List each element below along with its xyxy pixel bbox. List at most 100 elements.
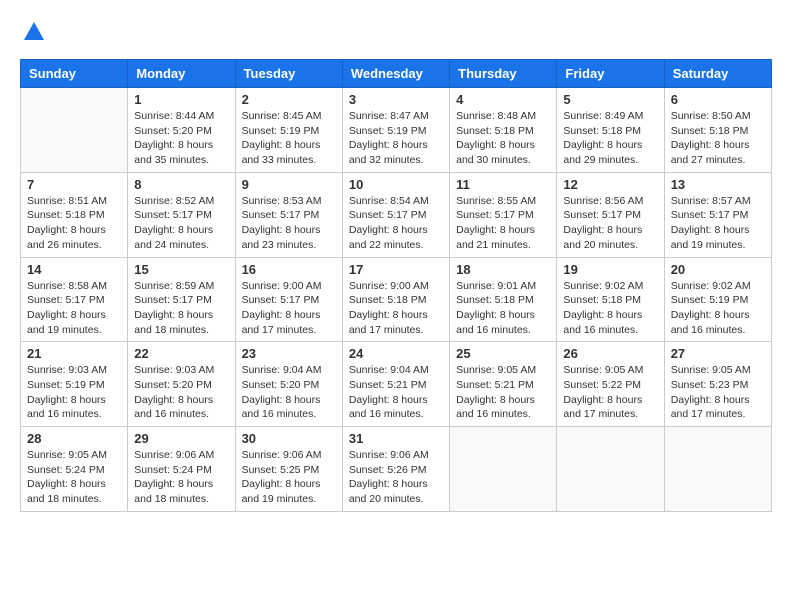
- calendar-cell: 16 Sunrise: 9:00 AM Sunset: 5:17 PM Dayli…: [235, 257, 342, 342]
- calendar-week-4: 21 Sunrise: 9:03 AM Sunset: 5:19 PM Dayli…: [21, 342, 772, 427]
- calendar-cell: 24 Sunrise: 9:04 AM Sunset: 5:21 PM Dayli…: [342, 342, 449, 427]
- day-number: 20: [671, 262, 765, 277]
- header-wednesday: Wednesday: [342, 60, 449, 88]
- day-info: Sunrise: 8:50 AM Sunset: 5:18 PM Dayligh…: [671, 109, 765, 168]
- day-info: Sunrise: 9:00 AM Sunset: 5:17 PM Dayligh…: [242, 279, 336, 338]
- calendar-cell: 20 Sunrise: 9:02 AM Sunset: 5:19 PM Dayli…: [664, 257, 771, 342]
- day-info: Sunrise: 8:49 AM Sunset: 5:18 PM Dayligh…: [563, 109, 657, 168]
- calendar-cell: 26 Sunrise: 9:05 AM Sunset: 5:22 PM Dayli…: [557, 342, 664, 427]
- calendar-cell: 27 Sunrise: 9:05 AM Sunset: 5:23 PM Dayli…: [664, 342, 771, 427]
- day-info: Sunrise: 9:06 AM Sunset: 5:26 PM Dayligh…: [349, 448, 443, 507]
- day-info: Sunrise: 9:05 AM Sunset: 5:21 PM Dayligh…: [456, 363, 550, 422]
- day-info: Sunrise: 8:45 AM Sunset: 5:19 PM Dayligh…: [242, 109, 336, 168]
- calendar-cell: 18Sunrise: 9:01 AM Sunset: 5:18 PM Dayli…: [450, 257, 557, 342]
- day-info: Sunrise: 9:02 AM Sunset: 5:19 PM Dayligh…: [671, 279, 765, 338]
- day-info: Sunrise: 8:56 AM Sunset: 5:17 PM Dayligh…: [563, 194, 657, 253]
- day-info: Sunrise: 8:52 AM Sunset: 5:17 PM Dayligh…: [134, 194, 228, 253]
- calendar-cell: 11Sunrise: 8:55 AM Sunset: 5:17 PM Dayli…: [450, 172, 557, 257]
- day-info: Sunrise: 9:05 AM Sunset: 5:23 PM Dayligh…: [671, 363, 765, 422]
- day-number: 31: [349, 431, 443, 446]
- day-number: 15: [134, 262, 228, 277]
- header-tuesday: Tuesday: [235, 60, 342, 88]
- day-info: Sunrise: 8:58 AM Sunset: 5:17 PM Dayligh…: [27, 279, 121, 338]
- day-number: 22: [134, 346, 228, 361]
- day-number: 2: [242, 92, 336, 107]
- day-number: 24: [349, 346, 443, 361]
- day-info: Sunrise: 9:06 AM Sunset: 5:24 PM Dayligh…: [134, 448, 228, 507]
- day-info: Sunrise: 8:44 AM Sunset: 5:20 PM Dayligh…: [134, 109, 228, 168]
- day-number: 4: [456, 92, 550, 107]
- calendar-week-1: 1 Sunrise: 8:44 AM Sunset: 5:20 PM Daylig…: [21, 88, 772, 173]
- day-info: Sunrise: 8:47 AM Sunset: 5:19 PM Dayligh…: [349, 109, 443, 168]
- day-info: Sunrise: 9:05 AM Sunset: 5:22 PM Dayligh…: [563, 363, 657, 422]
- logo: [20, 20, 46, 49]
- calendar-cell: 9 Sunrise: 8:53 AM Sunset: 5:17 PM Daylig…: [235, 172, 342, 257]
- day-number: 10: [349, 177, 443, 192]
- header-monday: Monday: [128, 60, 235, 88]
- day-number: 17: [349, 262, 443, 277]
- calendar-cell: 25Sunrise: 9:05 AM Sunset: 5:21 PM Dayli…: [450, 342, 557, 427]
- calendar-week-2: 7Sunrise: 8:51 AM Sunset: 5:18 PM Daylig…: [21, 172, 772, 257]
- day-number: 26: [563, 346, 657, 361]
- calendar-cell: 28Sunrise: 9:05 AM Sunset: 5:24 PM Dayli…: [21, 427, 128, 512]
- calendar-cell: 21 Sunrise: 9:03 AM Sunset: 5:19 PM Dayli…: [21, 342, 128, 427]
- day-number: 29: [134, 431, 228, 446]
- header-thursday: Thursday: [450, 60, 557, 88]
- header-friday: Friday: [557, 60, 664, 88]
- logo-text: [20, 20, 46, 49]
- day-info: Sunrise: 9:01 AM Sunset: 5:18 PM Dayligh…: [456, 279, 550, 338]
- day-info: Sunrise: 8:59 AM Sunset: 5:17 PM Dayligh…: [134, 279, 228, 338]
- day-number: 27: [671, 346, 765, 361]
- day-number: 3: [349, 92, 443, 107]
- day-info: Sunrise: 9:03 AM Sunset: 5:20 PM Dayligh…: [134, 363, 228, 422]
- day-info: Sunrise: 8:48 AM Sunset: 5:18 PM Dayligh…: [456, 109, 550, 168]
- day-number: 14: [27, 262, 121, 277]
- calendar-cell: 13 Sunrise: 8:57 AM Sunset: 5:17 PM Dayli…: [664, 172, 771, 257]
- calendar-cell: 19 Sunrise: 9:02 AM Sunset: 5:18 PM Dayli…: [557, 257, 664, 342]
- calendar-cell: [450, 427, 557, 512]
- calendar-week-3: 14 Sunrise: 8:58 AM Sunset: 5:17 PM Dayli…: [21, 257, 772, 342]
- calendar-cell: 17 Sunrise: 9:00 AM Sunset: 5:18 PM Dayli…: [342, 257, 449, 342]
- day-info: Sunrise: 9:04 AM Sunset: 5:21 PM Dayligh…: [349, 363, 443, 422]
- day-info: Sunrise: 8:55 AM Sunset: 5:17 PM Dayligh…: [456, 194, 550, 253]
- calendar-cell: 3 Sunrise: 8:47 AM Sunset: 5:19 PM Daylig…: [342, 88, 449, 173]
- calendar-cell: 30Sunrise: 9:06 AM Sunset: 5:25 PM Dayli…: [235, 427, 342, 512]
- calendar-cell: 31 Sunrise: 9:06 AM Sunset: 5:26 PM Dayli…: [342, 427, 449, 512]
- day-info: Sunrise: 9:06 AM Sunset: 5:25 PM Dayligh…: [242, 448, 336, 507]
- day-number: 8: [134, 177, 228, 192]
- day-number: 1: [134, 92, 228, 107]
- day-number: 12: [563, 177, 657, 192]
- calendar-cell: [21, 88, 128, 173]
- day-number: 23: [242, 346, 336, 361]
- calendar-cell: 1 Sunrise: 8:44 AM Sunset: 5:20 PM Daylig…: [128, 88, 235, 173]
- page-header: [20, 20, 772, 49]
- header-saturday: Saturday: [664, 60, 771, 88]
- calendar-cell: 10 Sunrise: 8:54 AM Sunset: 5:17 PM Dayli…: [342, 172, 449, 257]
- day-number: 13: [671, 177, 765, 192]
- day-info: Sunrise: 8:53 AM Sunset: 5:17 PM Dayligh…: [242, 194, 336, 253]
- day-number: 21: [27, 346, 121, 361]
- calendar-cell: 12 Sunrise: 8:56 AM Sunset: 5:17 PM Dayli…: [557, 172, 664, 257]
- calendar-cell: [557, 427, 664, 512]
- day-info: Sunrise: 9:02 AM Sunset: 5:18 PM Dayligh…: [563, 279, 657, 338]
- calendar-cell: 7Sunrise: 8:51 AM Sunset: 5:18 PM Daylig…: [21, 172, 128, 257]
- day-number: 6: [671, 92, 765, 107]
- day-info: Sunrise: 8:54 AM Sunset: 5:17 PM Dayligh…: [349, 194, 443, 253]
- day-number: 19: [563, 262, 657, 277]
- day-number: 9: [242, 177, 336, 192]
- day-info: Sunrise: 9:05 AM Sunset: 5:24 PM Dayligh…: [27, 448, 121, 507]
- day-info: Sunrise: 9:04 AM Sunset: 5:20 PM Dayligh…: [242, 363, 336, 422]
- calendar-cell: 14 Sunrise: 8:58 AM Sunset: 5:17 PM Dayli…: [21, 257, 128, 342]
- calendar-cell: 22 Sunrise: 9:03 AM Sunset: 5:20 PM Dayli…: [128, 342, 235, 427]
- calendar-cell: 2 Sunrise: 8:45 AM Sunset: 5:19 PM Daylig…: [235, 88, 342, 173]
- calendar-table: SundayMondayTuesdayWednesdayThursdayFrid…: [20, 59, 772, 512]
- calendar-cell: 6 Sunrise: 8:50 AM Sunset: 5:18 PM Daylig…: [664, 88, 771, 173]
- day-info: Sunrise: 9:03 AM Sunset: 5:19 PM Dayligh…: [27, 363, 121, 422]
- calendar-week-5: 28Sunrise: 9:05 AM Sunset: 5:24 PM Dayli…: [21, 427, 772, 512]
- day-number: 16: [242, 262, 336, 277]
- calendar-cell: 15 Sunrise: 8:59 AM Sunset: 5:17 PM Dayli…: [128, 257, 235, 342]
- day-info: Sunrise: 8:57 AM Sunset: 5:17 PM Dayligh…: [671, 194, 765, 253]
- day-info: Sunrise: 9:00 AM Sunset: 5:18 PM Dayligh…: [349, 279, 443, 338]
- calendar-header-row: SundayMondayTuesdayWednesdayThursdayFrid…: [21, 60, 772, 88]
- logo-icon: [22, 20, 46, 44]
